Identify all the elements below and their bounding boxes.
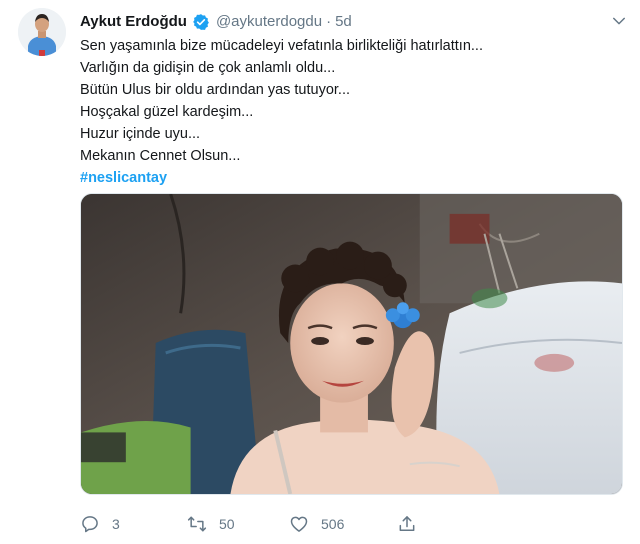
more-options-chevron-down-icon[interactable] (610, 12, 628, 30)
tweet-text-line: Mekanın Cennet Olsun... (80, 148, 241, 164)
retweet-icon (187, 516, 207, 532)
heart-icon (290, 516, 308, 532)
author-handle[interactable]: @aykuterdogdu (216, 12, 322, 32)
author-avatar[interactable] (18, 8, 66, 56)
retweet-count: 50 (219, 516, 235, 532)
tweet-text-line: Varlığın da gidişin de çok anlamlı oldu.… (80, 60, 336, 76)
person-avatar-icon (18, 8, 66, 56)
tweet-text-line: Sen yaşamınla bize mücadeleyi vefatınla … (80, 38, 483, 54)
hashtag-link[interactable]: #neslicantay (80, 167, 620, 189)
reply-icon (82, 516, 98, 533)
photo-woman-hospital-room (81, 194, 622, 494)
tweet-timestamp[interactable]: 5d (335, 12, 352, 32)
tweet-photo[interactable] (80, 193, 623, 495)
share-icon (399, 516, 415, 531)
like-button[interactable]: 506 (289, 511, 344, 537)
tweet-text-line: Bütün Ulus bir oldu ardından yas tutuyor… (80, 82, 351, 98)
tweet: Aykut Erdoğdu @aykuterdogdu · 5d Sen yaş… (0, 0, 640, 544)
tweet-text-line: Huzur içinde uyu... (80, 126, 201, 142)
tweet-text: Sen yaşamınla bize mücadeleyi vefatınla … (80, 35, 620, 189)
tweet-text-line: Hoşçakal güzel kardeşim... (80, 104, 254, 120)
share-button[interactable] (397, 511, 417, 537)
verified-badge-icon (192, 13, 210, 31)
reply-count: 3 (112, 516, 120, 532)
reply-button[interactable]: 3 (80, 511, 120, 537)
like-count: 506 (321, 516, 345, 532)
header-separator: · (326, 13, 332, 30)
tweet-actions: 3 50 506 (80, 511, 620, 537)
author-name[interactable]: Aykut Erdoğdu (80, 12, 187, 32)
retweet-button[interactable]: 50 (187, 511, 235, 537)
tweet-header: Aykut Erdoğdu @aykuterdogdu · 5d (80, 12, 352, 32)
